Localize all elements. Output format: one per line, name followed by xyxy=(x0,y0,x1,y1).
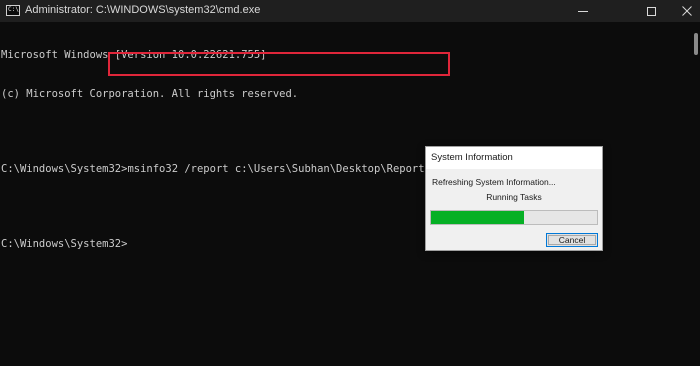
minimize-button[interactable] xyxy=(560,0,606,22)
dialog-title: System Information xyxy=(431,152,513,163)
dialog-titlebar[interactable]: System Information xyxy=(426,147,602,169)
command-highlight-box xyxy=(108,52,450,76)
dialog-task-text: Running Tasks xyxy=(486,192,542,202)
prompt: C:\Windows\System32> xyxy=(1,163,128,175)
console-line: (c) Microsoft Corporation. All rights re… xyxy=(1,88,299,100)
cmd-app-icon: C:\ xyxy=(6,5,20,16)
progress-bar xyxy=(430,210,598,225)
close-icon xyxy=(682,6,692,16)
window-title: Administrator: C:\WINDOWS\system32\cmd.e… xyxy=(25,4,261,16)
minimize-icon xyxy=(578,10,588,12)
maximize-icon xyxy=(646,6,656,16)
window-titlebar[interactable]: C:\ Administrator: C:\WINDOWS\system32\c… xyxy=(0,0,700,22)
system-information-dialog: System Information Refreshing System Inf… xyxy=(425,146,603,251)
close-button[interactable] xyxy=(664,0,700,22)
progress-bar-fill xyxy=(431,211,524,224)
dialog-status-text: Refreshing System Information... xyxy=(432,177,556,187)
vertical-scrollbar-thumb[interactable] xyxy=(694,33,698,55)
cancel-button[interactable]: Cancel xyxy=(546,233,598,247)
